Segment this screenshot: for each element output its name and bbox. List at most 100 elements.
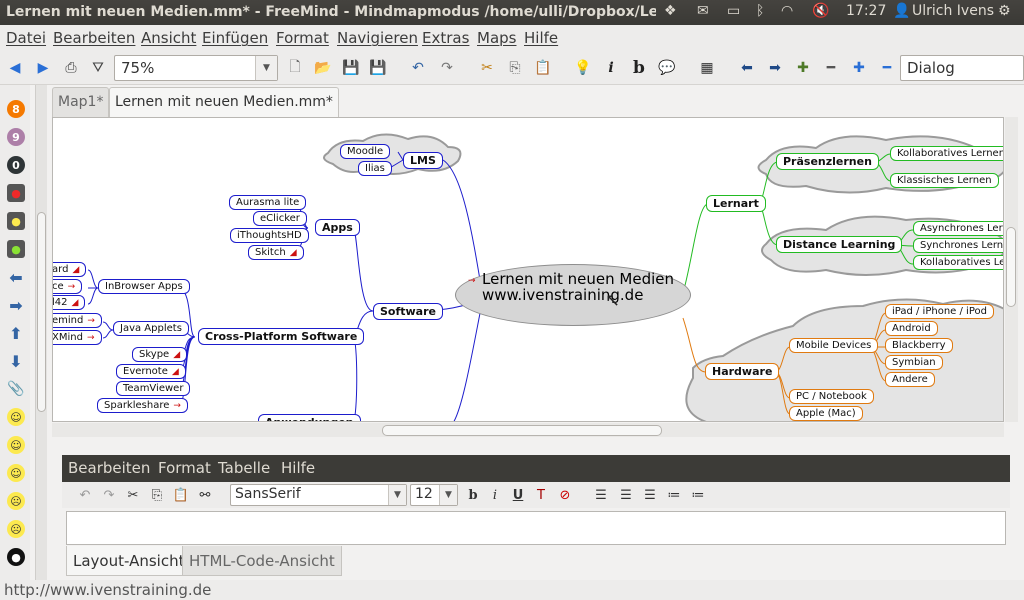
zoom-in-icon[interactable]: ✚	[848, 57, 870, 79]
remove-icon[interactable]: ━	[820, 57, 842, 79]
priority-0-icon[interactable]: 0	[7, 156, 25, 174]
clock[interactable]: 17:27	[846, 3, 886, 23]
node-asynchrones-lernen[interactable]: Asynchrones Lerne	[913, 221, 1003, 236]
new-file-icon[interactable]: 🗋	[284, 57, 306, 79]
bluetooth-icon[interactable]: ᛒ	[756, 3, 764, 23]
node-mobile-devices[interactable]: Mobile Devices	[789, 338, 879, 353]
tab-html-code-ansicht[interactable]: HTML-Code-Ansicht	[182, 546, 342, 576]
save-as-icon[interactable]: 💾	[367, 57, 389, 79]
node-andere[interactable]: Andere	[885, 372, 935, 387]
node-fragment-emind[interactable]: emind →	[53, 313, 102, 328]
node-evernote[interactable]: Evernote ◢	[116, 364, 186, 379]
chevron-down-icon[interactable]: ▼	[388, 485, 406, 505]
node-kollaboratives-lernen[interactable]: Kollaboratives Lernen	[890, 146, 1003, 161]
menu-ansicht[interactable]: Ansicht	[141, 29, 196, 47]
menu-maps[interactable]: Maps	[477, 29, 516, 47]
copy-icon[interactable]: ⎘	[504, 57, 526, 79]
node-apple-mac[interactable]: Apple (Mac)	[789, 406, 863, 421]
node-synchrones-lernen[interactable]: Synchrones Lerne	[913, 238, 1003, 253]
user-icon[interactable]: 👤	[893, 3, 910, 23]
arrow-down-blue-icon[interactable]: ⬇	[7, 352, 25, 371]
node-cross-platform[interactable]: Cross-Platform Software	[198, 328, 365, 345]
node-ithoughts[interactable]: iThoughtsHD	[230, 228, 309, 243]
clear-format-icon[interactable]: ⊘	[556, 486, 574, 504]
menu-extras[interactable]: Extras	[422, 29, 469, 47]
arrow-up-blue-icon[interactable]: ⬆	[7, 324, 25, 343]
filter-icon[interactable]: ⛛	[87, 57, 109, 79]
back-icon[interactable]: ◀	[4, 57, 26, 79]
node-symbian[interactable]: Symbian	[885, 355, 943, 370]
align-center-icon[interactable]: ☰	[617, 486, 635, 504]
chevron-down-icon[interactable]: ▼	[439, 485, 457, 505]
arrow-left-icon[interactable]: ⬅	[736, 57, 758, 79]
scrollbar-thumb[interactable]	[37, 212, 46, 412]
node-inbrowser[interactable]: InBrowser Apps	[98, 279, 190, 294]
node-ilias[interactable]: Ilias	[358, 161, 392, 176]
node-moodle[interactable]: Moodle	[340, 144, 391, 159]
menu-datei[interactable]: Datei	[6, 29, 46, 47]
traffic-light-green-icon[interactable]: ●	[7, 240, 25, 258]
node-fragment-42[interactable]: l42 ◢	[53, 295, 86, 310]
bullet-list-icon[interactable]: ≔	[665, 486, 683, 504]
attachment-icon[interactable]: 📎	[7, 380, 25, 398]
text-color-icon[interactable]: T	[532, 486, 550, 504]
root-node[interactable]: → Lernen mit neuen Medien www.ivenstrain…	[455, 264, 691, 326]
scrollbar-thumb[interactable]	[382, 425, 662, 436]
arrow-right-blue-icon[interactable]: ➡	[7, 296, 25, 315]
tab-layout-ansicht[interactable]: Layout-Ansicht	[66, 546, 192, 576]
redo-icon[interactable]: ↷	[100, 486, 118, 504]
node-distance-learning[interactable]: Distance Learning	[776, 236, 903, 253]
node-pc-notebook[interactable]: PC / Notebook	[789, 389, 874, 404]
traffic-light-yellow-icon[interactable]: ●	[7, 212, 25, 230]
mindmap-canvas[interactable]: → Lernen mit neuen Medien www.ivenstrain…	[52, 117, 1004, 422]
menu-format[interactable]: Format	[276, 29, 329, 47]
note-editor-area[interactable]	[66, 511, 1006, 545]
italic-icon[interactable]: i	[600, 57, 622, 79]
bomb-icon[interactable]: ●	[7, 548, 25, 566]
node-blackberry[interactable]: Blackberry	[885, 338, 953, 353]
paste-icon[interactable]: 📋	[172, 486, 190, 504]
menu-bearbeiten[interactable]: Bearbeiten	[53, 29, 135, 47]
wifi-icon[interactable]: ◠	[781, 3, 793, 23]
undo-icon[interactable]: ↶	[76, 486, 94, 504]
menu-hilfe[interactable]: Hilfe	[524, 29, 558, 47]
node-sparkleshare[interactable]: Sparkleshare →	[97, 398, 188, 413]
node-style-select[interactable]: Dialog	[900, 55, 1024, 81]
settings-gear-icon[interactable]: ⚙	[998, 3, 1011, 23]
cut-icon[interactable]: ✂	[476, 57, 498, 79]
smiley-happy-icon[interactable]: ☺	[7, 408, 25, 426]
smiley-sad-icon[interactable]: ☹	[7, 492, 25, 510]
find-binoculars-icon[interactable]: ⚯	[196, 486, 214, 504]
chevron-down-icon[interactable]: ▼	[255, 56, 277, 80]
zoom-select[interactable]: 75% ▼	[114, 55, 278, 81]
align-right-icon[interactable]: ☰	[641, 486, 659, 504]
underline-icon[interactable]: U	[509, 486, 527, 504]
tab-map1[interactable]: Map1*	[52, 87, 110, 117]
priority-9-icon[interactable]: 9	[7, 128, 25, 146]
editor-menu-hilfe[interactable]: Hilfe	[281, 459, 315, 477]
node-anwendungen[interactable]: Anwendungen	[258, 414, 361, 421]
copy-icon[interactable]: ⎘	[148, 486, 166, 504]
node-lernart[interactable]: Lernart	[706, 195, 766, 212]
traffic-light-red-icon[interactable]: ●	[7, 184, 25, 202]
node-android[interactable]: Android	[885, 321, 938, 336]
editor-menu-tabelle[interactable]: Tabelle	[218, 459, 270, 477]
align-left-icon[interactable]: ☰	[592, 486, 610, 504]
menu-navigieren[interactable]: Navigieren	[337, 29, 418, 47]
node-java-applets[interactable]: Java Applets	[113, 321, 189, 336]
user-name[interactable]: Ulrich Ivens	[912, 3, 994, 23]
save-icon[interactable]: 💾	[340, 57, 362, 79]
table-icon[interactable]: ▦	[696, 57, 718, 79]
add-icon[interactable]: ✚	[792, 57, 814, 79]
smiley-angry-icon[interactable]: ☹	[7, 520, 25, 538]
priority-8-icon[interactable]: 8	[7, 100, 25, 118]
node-aurasma[interactable]: Aurasma lite	[229, 195, 307, 210]
arrow-left-blue-icon[interactable]: ⬅	[7, 268, 25, 287]
bold-icon[interactable]: b	[464, 486, 482, 504]
numbered-list-icon[interactable]: ≔	[689, 486, 707, 504]
undo-icon[interactable]: ↶	[407, 57, 429, 79]
node-lms[interactable]: LMS	[403, 152, 443, 169]
scrollbar-thumb[interactable]	[1006, 227, 1016, 307]
open-folder-icon[interactable]: 📂	[312, 57, 334, 79]
tab-lernen-mit-neuen-medien[interactable]: Lernen mit neuen Medien.mm*	[109, 87, 339, 117]
